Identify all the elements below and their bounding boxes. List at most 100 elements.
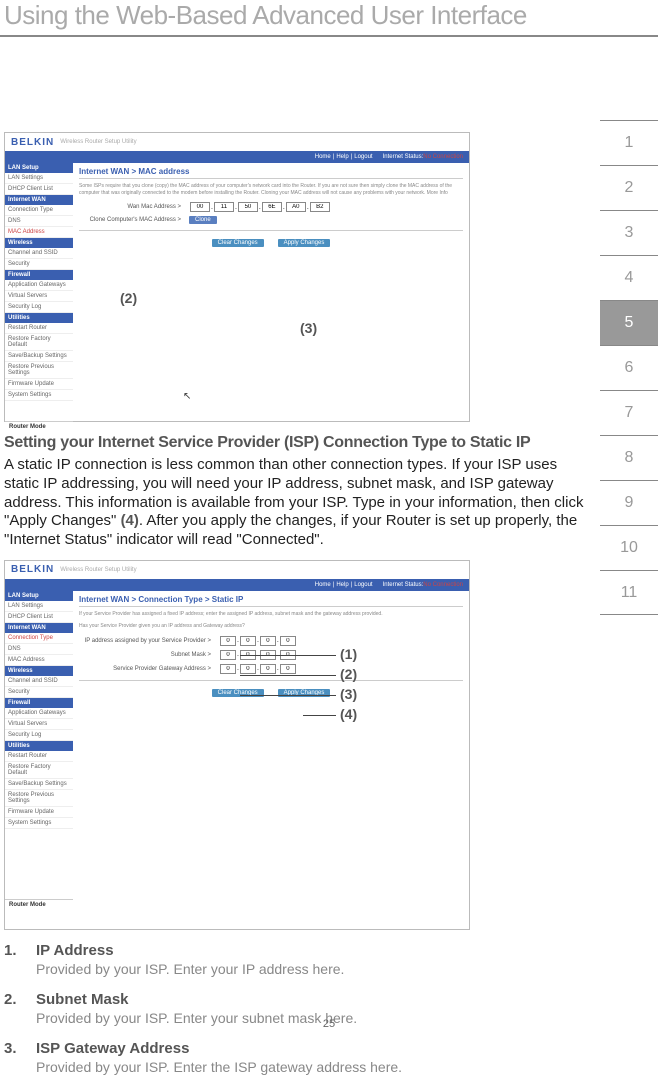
nav2-header-wan: Internet WAN [5,623,73,633]
list-item-2: 2. Subnet Mask Provided by your ISP. Ent… [4,991,594,1026]
clone-button[interactable]: Clone [189,216,217,224]
nav-security[interactable]: Security [5,259,73,270]
nav2-save-backup[interactable]: Save/Backup Settings [5,779,73,790]
nav2-help[interactable]: Help [336,582,348,588]
gateway-input-2[interactable] [240,664,256,674]
ss2-sidenav: LAN Setup LAN Settings DHCP Client List … [5,591,73,911]
nav-dns[interactable]: DNS [5,216,73,227]
nav2-virtual-servers[interactable]: Virtual Servers [5,719,73,730]
list-num-3: 3. [4,1040,36,1075]
mac-input-4[interactable] [262,202,282,212]
page-number: 25 [323,1018,335,1030]
gateway-input-3[interactable] [260,664,276,674]
tab-9[interactable]: 9 [600,480,658,525]
nav2-security[interactable]: Security [5,687,73,698]
nav2-security-log[interactable]: Security Log [5,730,73,741]
nav-home[interactable]: Home [315,154,331,160]
list-item-1: 1. IP Address Provided by your ISP. Ente… [4,942,594,977]
tab-11[interactable]: 11 [600,570,658,615]
nav-dhcp-client[interactable]: DHCP Client List [5,184,73,195]
nav2-system[interactable]: System Settings [5,818,73,829]
nav-app-gateways[interactable]: Application Gateways [5,280,73,291]
nav2-router-mode: Router Mode [5,899,73,910]
nav-mac-address[interactable]: MAC Address [5,227,73,238]
nav2-home[interactable]: Home [315,582,331,588]
nav2-dhcp-client[interactable]: DHCP Client List [5,612,73,623]
nav2-restore-default[interactable]: Restore Factory Default [5,762,73,779]
callout-line-1 [240,655,336,656]
nav-restart[interactable]: Restart Router [5,323,73,334]
nav-restore-default[interactable]: Restore Factory Default [5,334,73,351]
brand-logo: BELKIN [11,137,54,148]
section-heading: Setting your Internet Service Provider (… [4,434,594,452]
subnet-input-1[interactable] [220,650,236,660]
nav-connection-type[interactable]: Connection Type [5,205,73,216]
ss1-sidenav: LAN Setup LAN Settings DHCP Client List … [5,163,73,432]
screenshot-mac-address: BELKIN Wireless Router Setup Utility Hom… [4,132,470,422]
nav-header-lan: LAN Setup [5,163,73,173]
mac-input-5[interactable] [286,202,306,212]
nav2-header-utilities: Utilities [5,741,73,751]
ss2-main: Internet WAN > Connection Type > Static … [73,591,469,911]
tab-4[interactable]: 4 [600,255,658,300]
tab-8[interactable]: 8 [600,435,658,480]
gateway-input-1[interactable] [220,664,236,674]
nav2-firmware[interactable]: Firmware Update [5,807,73,818]
nav-security-log[interactable]: Security Log [5,302,73,313]
nav-logout[interactable]: Logout [354,154,372,160]
ip-input-4[interactable] [280,636,296,646]
ss1-main-title: Internet WAN > MAC address [79,167,463,179]
ip-input-2[interactable] [240,636,256,646]
nav-channel-ssid[interactable]: Channel and SSID [5,248,73,259]
nav2-lan-settings[interactable]: LAN Settings [5,601,73,612]
tab-7[interactable]: 7 [600,390,658,435]
nav-help[interactable]: Help [336,154,348,160]
nav2-channel-ssid[interactable]: Channel and SSID [5,676,73,687]
nav-save-backup[interactable]: Save/Backup Settings [5,351,73,362]
clear-button[interactable]: Clear Changes [212,239,264,247]
nav2-connection-type[interactable]: Connection Type [5,633,73,644]
nav2-status-label: Internet Status: [383,582,424,588]
mac-input-3[interactable] [238,202,258,212]
nav-system[interactable]: System Settings [5,390,73,401]
nav-status-value: No Connection [423,154,463,160]
list-item-3: 3. ISP Gateway Address Provided by your … [4,1040,594,1075]
nav-lan-settings[interactable]: LAN Settings [5,173,73,184]
numbered-list: 1. IP Address Provided by your ISP. Ente… [4,942,594,1075]
gateway-label: Service Provider Gateway Address > [79,666,219,672]
callout-s2-2: (2) [340,666,357,682]
tab-5[interactable]: 5 [600,300,658,345]
nav2-mac-address[interactable]: MAC Address [5,655,73,666]
nav-virtual-servers[interactable]: Virtual Servers [5,291,73,302]
nav-status-label: Internet Status: [383,154,424,160]
mac-input-1[interactable] [190,202,210,212]
tab-10[interactable]: 10 [600,525,658,570]
callout-3: (3) [300,320,317,336]
nav-firmware[interactable]: Firmware Update [5,379,73,390]
tab-1[interactable]: 1 [600,120,658,165]
ip-input-3[interactable] [260,636,276,646]
tab-2[interactable]: 2 [600,165,658,210]
nav2-header-lan: LAN Setup [5,591,73,601]
nav2-logout[interactable]: Logout [354,582,372,588]
callout-line-3 [240,695,336,696]
callout-line-4 [303,715,336,716]
apply-button[interactable]: Apply Changes [278,239,331,247]
list-num-1: 1. [4,942,36,977]
nav-router-mode: Router Mode [5,421,73,432]
mac-input-6[interactable] [310,202,330,212]
list-title-3: ISP Gateway Address [36,1040,594,1057]
ip-label: IP address assigned by your Service Prov… [79,638,219,644]
mac-input-2[interactable] [214,202,234,212]
tab-3[interactable]: 3 [600,210,658,255]
gateway-input-4[interactable] [280,664,296,674]
nav2-dns[interactable]: DNS [5,644,73,655]
nav2-app-gateways[interactable]: Application Gateways [5,708,73,719]
ip-input-1[interactable] [220,636,236,646]
list-title-2: Subnet Mask [36,991,594,1008]
list-title-1: IP Address [36,942,594,959]
nav2-restart[interactable]: Restart Router [5,751,73,762]
nav2-restore-prev[interactable]: Restore Previous Settings [5,790,73,807]
tab-6[interactable]: 6 [600,345,658,390]
nav-restore-prev[interactable]: Restore Previous Settings [5,362,73,379]
